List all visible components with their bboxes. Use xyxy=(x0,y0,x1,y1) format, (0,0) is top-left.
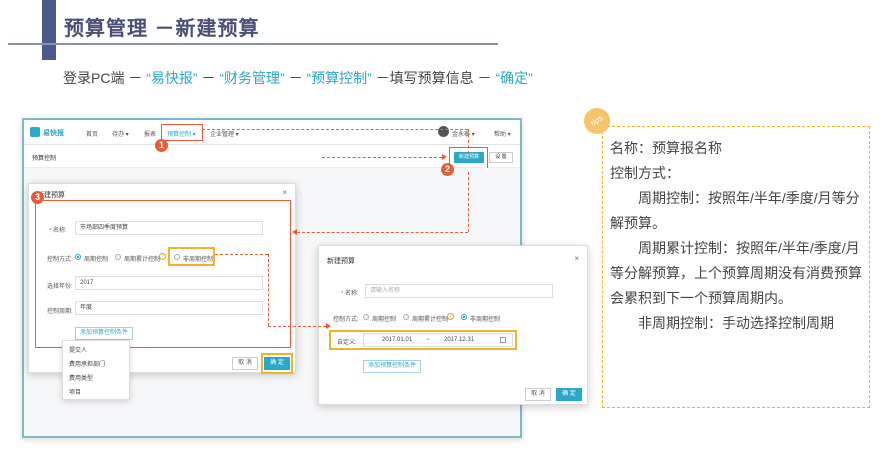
help-icon: ? xyxy=(447,313,454,320)
custom-label: 自定义: xyxy=(337,340,357,346)
arrow-right-icon xyxy=(326,323,331,329)
radio-cumulative-label: 周期累计控制 xyxy=(412,317,449,323)
tips-content: 名称：预算报名称 控制方式： 周期控制：按照年/半年/季度/月等分解预算。 周期… xyxy=(610,136,866,336)
logo-text: 易快报 xyxy=(43,130,64,137)
dropdown-item-project[interactable]: 项目 xyxy=(69,387,81,396)
add-condition-button[interactable]: 添加预算控制条件 xyxy=(363,360,422,373)
title-accent-bar xyxy=(42,0,56,60)
user-menu[interactable]: 金永泰 ▾ xyxy=(452,129,475,138)
radio-periodic-label: 周期控制 xyxy=(372,317,397,323)
breadcrumb-text: 登录PC端 － xyxy=(63,70,143,86)
name-label: * 名称: xyxy=(49,228,67,234)
add-condition-button[interactable]: 添加预算控制条件 xyxy=(75,327,134,340)
tips-line: 控制方式： xyxy=(610,165,680,181)
close-icon[interactable]: × xyxy=(282,188,287,197)
breadcrumb-sep: － xyxy=(201,70,216,86)
calendar-icon[interactable] xyxy=(500,337,506,343)
tips-line: 周期累计控制：按照年/半年/季度/月等分解预算，上个预算周期没有消费预算会累积到… xyxy=(610,240,862,306)
tips-line: 非周期控制：手动选择控制周期 xyxy=(638,315,834,331)
tips-line: 周期控制：按照年/半年/季度/月等分解预算。 xyxy=(610,190,860,231)
connector-line xyxy=(468,172,469,232)
name-input[interactable]: 请输入名称 xyxy=(365,284,553,298)
date-separator: ~ xyxy=(426,337,430,343)
name-input[interactable]: 市场部四季度预算 xyxy=(75,221,263,235)
connector-line xyxy=(268,254,269,326)
breadcrumb-sep: － xyxy=(288,70,303,86)
section-title: 预算控制 xyxy=(32,156,57,162)
cycle-select[interactable]: 年度 xyxy=(75,301,263,315)
breadcrumb-confirm: “确定” xyxy=(495,70,533,86)
control-method-label: 控制方式: xyxy=(333,317,359,323)
date-start: 2017.01.01 xyxy=(382,337,413,343)
title-underline xyxy=(8,43,498,45)
radio-nonperiodic-label: 非周期控制 xyxy=(183,257,214,263)
radio-periodic[interactable] xyxy=(363,314,369,320)
year-select[interactable]: 2017 xyxy=(75,276,263,290)
highlight-box-1 xyxy=(161,124,203,141)
date-end: 2017.12.31 xyxy=(444,337,475,343)
connector-line xyxy=(202,129,468,130)
dialog-title: 新建预算 xyxy=(327,258,355,265)
new-budget-button[interactable]: 新建预算 xyxy=(454,152,484,163)
date-range-input[interactable]: 2017.01.01 ~ 2017.12.31 xyxy=(363,333,513,347)
custom-date-row: 自定义: 2017.01.01 ~ 2017.12.31 xyxy=(329,330,517,350)
avatar[interactable] xyxy=(438,126,449,137)
arrow-left-icon xyxy=(292,229,297,235)
radio-nonperiodic-label: 非周期控制 xyxy=(470,317,501,323)
new-budget-dialog-2: 新建预算 × * 名称: 请输入名称 控制方式: 周期控制 周期累计控制 ? 非… xyxy=(318,245,588,405)
step-marker-3: 3 xyxy=(31,191,44,204)
logo-icon xyxy=(30,127,40,137)
radio-cumulative-label: 周期累计控制 xyxy=(124,257,161,263)
radio-periodic[interactable] xyxy=(75,254,81,260)
radio-nonperiodic[interactable] xyxy=(461,314,467,320)
cancel-button[interactable]: 取 消 xyxy=(525,388,551,401)
arrow-right-icon xyxy=(442,154,447,160)
breadcrumb: 登录PC端 － “易快报” － “财务管理” － “预算控制” －填写预算信息 … xyxy=(63,68,533,88)
tips-line: 名称：预算报名称 xyxy=(610,140,722,156)
year-label: 选择年份: xyxy=(47,284,73,290)
dropdown-item-submitter[interactable]: 提交人 xyxy=(69,345,87,354)
nav-enterprise[interactable]: 企业管理 ▾ xyxy=(210,129,239,138)
nav-todo[interactable]: 待办 ▾ xyxy=(112,129,129,138)
nav-reports[interactable]: 报表 xyxy=(144,129,156,138)
breadcrumb-budget: “预算控制” xyxy=(306,70,372,86)
dropdown-item-expense-type[interactable]: 费用类型 xyxy=(69,373,93,382)
control-method-label: 控制方式: xyxy=(47,257,73,263)
connector-line xyxy=(468,129,469,154)
breadcrumb-app: “易快报” xyxy=(146,70,198,86)
connector-line xyxy=(297,232,468,233)
help-icon: ? xyxy=(159,253,166,260)
breadcrumb-finance: “财务管理” xyxy=(219,70,285,86)
connector-line xyxy=(322,157,442,158)
close-icon[interactable]: × xyxy=(574,254,579,263)
radio-nonperiodic[interactable] xyxy=(174,254,180,260)
cancel-button[interactable]: 取 消 xyxy=(232,357,258,370)
connector-line xyxy=(215,254,268,255)
page-title: 预算管理 －新建预算 xyxy=(64,18,260,40)
ok-button[interactable]: 确 定 xyxy=(556,388,582,401)
radio-periodic-label: 周期控制 xyxy=(84,257,109,263)
radio-cumulative[interactable] xyxy=(403,314,409,320)
step-marker-1: 1 xyxy=(155,139,168,152)
cycle-label: 控制周期: xyxy=(47,309,73,315)
settings-button[interactable]: 设 置 xyxy=(489,152,513,163)
condition-dropdown: 提交人 费用承担部门 费用类型 项目 xyxy=(62,340,130,400)
ok-button[interactable]: 确 定 xyxy=(264,357,290,370)
top-navigation: 易快报 首页 待办 ▾ 报表 预算控制 ▾ 企业管理 ▾ 金永泰 ▾ 帮助 ▾ xyxy=(24,120,520,145)
name-label: * 名称: xyxy=(341,291,359,297)
connector-line xyxy=(268,326,326,327)
breadcrumb-text: －填写预算信息 － xyxy=(375,70,492,86)
dropdown-item-department[interactable]: 费用承担部门 xyxy=(69,359,105,368)
step-marker-2: 2 xyxy=(441,163,454,176)
radio-cumulative[interactable] xyxy=(115,254,121,260)
help-menu[interactable]: 帮助 ▾ xyxy=(494,129,511,138)
nav-home[interactable]: 首页 xyxy=(86,129,98,138)
